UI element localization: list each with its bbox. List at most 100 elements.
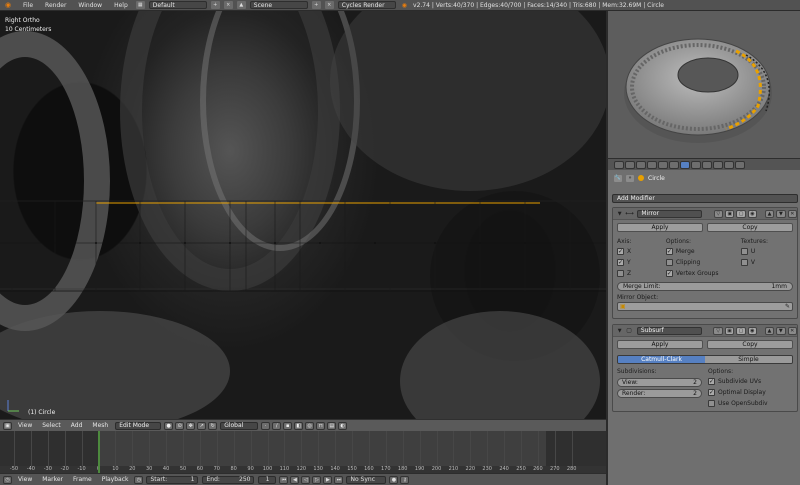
use-preview-range-icon[interactable]: ◷ <box>134 475 144 484</box>
remove-scene-icon[interactable]: × <box>324 1 334 9</box>
render-levels-field[interactable]: Render: 2 <box>617 389 702 398</box>
layout-selector[interactable]: Default <box>148 1 207 9</box>
world-tab-icon[interactable] <box>647 160 657 169</box>
shading-solid-icon[interactable]: ● <box>164 421 174 430</box>
move-up-icon[interactable]: ▲ <box>764 209 775 218</box>
collapse-icon[interactable]: ▼ <box>616 327 623 335</box>
layout-grid-icon[interactable]: ▦ <box>135 1 145 9</box>
menu-marker[interactable]: Marker <box>37 476 68 483</box>
keying-set-icon[interactable]: ⚷ <box>400 475 410 484</box>
material-tab-icon[interactable] <box>702 160 712 169</box>
3d-viewport[interactable]: Right Ortho 10 Centimeters (1) Circle <box>0 11 606 419</box>
render-preview-icon[interactable]: ◐ <box>338 421 348 430</box>
copy-button[interactable]: Copy <box>707 223 793 232</box>
display-in-editmode-icon[interactable]: ▣ <box>725 209 735 218</box>
editor-type-icon[interactable] <box>614 160 624 169</box>
view-levels-field[interactable]: View: 2 <box>617 378 702 387</box>
limit-selection-icon[interactable]: ◧ <box>294 421 304 430</box>
vertex-select-icon[interactable]: · <box>261 421 271 430</box>
physics-tab-icon[interactable] <box>735 160 745 169</box>
display-in-render-icon[interactable]: ◉ <box>747 326 758 335</box>
face-select-icon[interactable]: ▪ <box>283 421 293 430</box>
menu-file[interactable]: File <box>17 2 39 9</box>
apply-button[interactable]: Apply <box>617 340 703 349</box>
tab-simple[interactable]: Simple <box>705 356 792 363</box>
particles-tab-icon[interactable] <box>724 160 734 169</box>
texture-tab-icon[interactable] <box>713 160 723 169</box>
render-preview-panel[interactable] <box>606 11 800 158</box>
display-in-viewport-icon[interactable]: ▢ <box>736 326 746 335</box>
axis-y-checkbox[interactable]: ✓ Y <box>617 257 666 268</box>
subdivide-uvs-checkbox[interactable]: ✓ Subdivide UVs <box>708 376 793 387</box>
jump-end-icon[interactable]: ⏭ <box>334 475 344 484</box>
add-scene-icon[interactable]: + <box>311 1 321 9</box>
play-reverse-icon[interactable]: ◁ <box>301 475 311 484</box>
transform-orientation-selector[interactable]: Global <box>220 421 259 430</box>
menu-help[interactable]: Help <box>108 2 134 9</box>
display-in-render-icon[interactable]: ◉ <box>747 209 758 218</box>
mode-selector[interactable]: Edit Mode <box>115 421 162 430</box>
blender-logo-icon[interactable]: ◉ <box>3 1 13 10</box>
object-tab-icon[interactable] <box>658 160 668 169</box>
editor-type-icon[interactable]: ▣ <box>3 421 12 430</box>
editor-type-icon[interactable]: ◷ <box>3 475 12 484</box>
start-frame-field[interactable]: Start: 1 <box>146 475 199 484</box>
remove-modifier-icon[interactable]: ✕ <box>787 209 797 218</box>
render-engine-selector[interactable]: Cycles Render <box>337 1 396 9</box>
end-frame-field[interactable]: End: 250 <box>202 475 255 484</box>
axis-z-checkbox[interactable]: Z <box>617 268 666 279</box>
next-keyframe-icon[interactable]: ▶ <box>323 475 333 484</box>
display-in-editmode-icon[interactable]: ▣ <box>724 326 735 335</box>
remove-layout-icon[interactable]: × <box>223 1 233 9</box>
translate-icon[interactable]: ↗ <box>197 421 207 430</box>
use-opensubdiv-checkbox[interactable]: Use OpenSubdiv <box>708 398 793 409</box>
sync-mode-selector[interactable]: No Sync <box>346 475 387 484</box>
add-layout-icon[interactable]: + <box>210 1 220 9</box>
snap-element-icon[interactable]: ▤ <box>327 421 337 430</box>
menu-render[interactable]: Render <box>39 2 72 9</box>
texture-u-checkbox[interactable]: U <box>740 246 793 257</box>
modifier-name-field[interactable]: Mirror <box>637 209 703 218</box>
merge-limit-slider[interactable]: Merge Limit: 1mm <box>617 282 793 291</box>
menu-view[interactable]: View <box>13 422 37 429</box>
edit-cage-icon[interactable]: ▽ <box>713 209 724 218</box>
menu-window[interactable]: Window <box>72 2 108 9</box>
timeline-ruler[interactable]: -50-40-30-20-100102030405060708090100110… <box>0 466 606 473</box>
playhead[interactable] <box>98 431 100 473</box>
collapse-icon[interactable]: ▼ <box>616 210 623 218</box>
vertex-groups-checkbox[interactable]: ✓ Vertex Groups <box>665 268 741 279</box>
merge-checkbox[interactable]: ✓ Merge <box>665 246 741 257</box>
rotate-icon[interactable]: ↻ <box>208 421 218 430</box>
mirror-object-field[interactable]: ▣ ✎ <box>617 302 793 311</box>
copy-button[interactable]: Copy <box>707 340 793 349</box>
clipping-checkbox[interactable]: Clipping <box>665 257 741 268</box>
scene-selector[interactable]: Scene <box>249 1 308 9</box>
pivot-point-icon[interactable]: ⊙ <box>175 421 185 430</box>
remove-modifier-icon[interactable]: ✕ <box>787 326 797 335</box>
eyedropper-icon[interactable]: ✎ <box>785 303 790 310</box>
move-down-icon[interactable]: ▼ <box>776 326 786 335</box>
axis-x-checkbox[interactable]: ✓ X <box>617 246 666 257</box>
menu-playback[interactable]: Playback <box>97 476 134 483</box>
menu-add[interactable]: Add <box>66 422 88 429</box>
scene-tab-icon[interactable] <box>636 160 646 169</box>
mesh-wireframe[interactable] <box>0 11 606 419</box>
edit-cage-icon[interactable]: ▽ <box>713 326 723 335</box>
edge-select-icon[interactable]: ∕ <box>272 421 282 430</box>
snap-icon[interactable]: ⊓ <box>316 421 326 430</box>
add-modifier-dropdown[interactable]: Add Modifier <box>612 194 798 203</box>
constraints-tab-icon[interactable] <box>669 160 679 169</box>
play-icon[interactable]: ▷ <box>312 475 322 484</box>
menu-mesh[interactable]: Mesh <box>87 422 113 429</box>
record-icon[interactable]: ● <box>389 475 399 484</box>
current-frame-field[interactable]: 1 <box>258 475 277 484</box>
tab-catmull-clark[interactable]: Catmull-Clark <box>618 356 705 363</box>
proportional-edit-icon[interactable]: ◎ <box>305 421 315 430</box>
move-up-icon[interactable]: ▲ <box>764 326 775 335</box>
move-down-icon[interactable]: ▼ <box>776 209 786 218</box>
menu-frame[interactable]: Frame <box>68 476 97 483</box>
scene-icon[interactable]: ▲ <box>236 1 246 9</box>
optimal-display-checkbox[interactable]: ✓ Optimal Display <box>708 387 793 398</box>
menu-view[interactable]: View <box>13 476 37 483</box>
prev-keyframe-icon[interactable]: ◀ <box>290 475 300 484</box>
